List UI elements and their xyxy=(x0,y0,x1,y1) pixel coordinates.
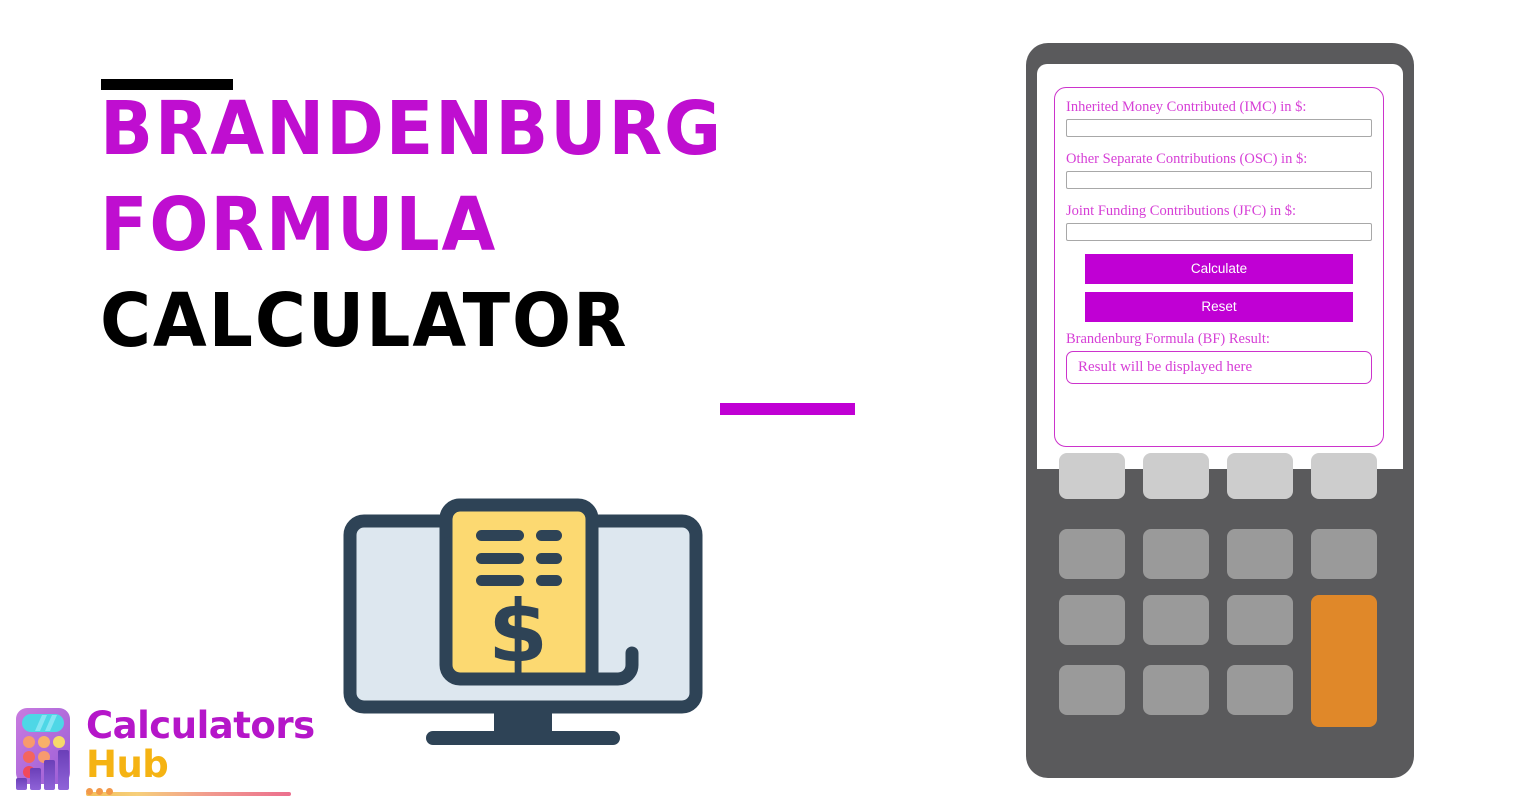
imc-input[interactable] xyxy=(1066,119,1372,137)
osc-field-label: Other Separate Contributions (OSC) in $: xyxy=(1066,151,1308,167)
hero-section: Brandenburg Formula Calculator xyxy=(0,0,940,800)
logo-underline xyxy=(86,792,291,796)
keypad-key-r4c2[interactable] xyxy=(1143,665,1209,715)
keypad-key-r1c3[interactable] xyxy=(1227,453,1293,499)
result-output: Result will be displayed here xyxy=(1066,351,1372,384)
keypad-key-r3c1[interactable] xyxy=(1059,595,1125,645)
imc-field-label: Inherited Money Contributed (IMC) in $: xyxy=(1066,99,1307,115)
osc-input[interactable] xyxy=(1066,171,1372,189)
calculator-screen: Inherited Money Contributed (IMC) in $: … xyxy=(1037,64,1403,469)
logo-dots xyxy=(86,788,113,795)
keypad-key-r3c3[interactable] xyxy=(1227,595,1293,645)
jfc-input[interactable] xyxy=(1066,223,1372,241)
keypad-key-r2c1[interactable] xyxy=(1059,529,1125,579)
svg-text:$: $ xyxy=(488,582,548,682)
monitor-receipt-dollar-icon: $ xyxy=(338,475,708,765)
keypad-key-r2c3[interactable] xyxy=(1227,529,1293,579)
brandenburg-formula-form: Inherited Money Contributed (IMC) in $: … xyxy=(1054,87,1384,447)
jfc-field-label: Joint Funding Contributions (JFC) in $: xyxy=(1066,203,1297,219)
calculate-button[interactable]: Calculate xyxy=(1085,254,1353,284)
keypad-key-r2c4[interactable] xyxy=(1311,529,1377,579)
result-label: Brandenburg Formula (BF) Result: xyxy=(1066,331,1270,347)
calculator-device: Inherited Money Contributed (IMC) in $: … xyxy=(1026,43,1414,778)
calculator-bar-chart-icon xyxy=(8,702,84,794)
logo-word-hub: Hub xyxy=(86,743,169,786)
keypad-key-r3c2[interactable] xyxy=(1143,595,1209,645)
keypad-key-r1c1[interactable] xyxy=(1059,453,1125,499)
page-title-line-2: Formula xyxy=(100,182,498,268)
keypad-key-r4c3[interactable] xyxy=(1227,665,1293,715)
page-title-line-3: Calculator xyxy=(100,278,629,364)
title-rule-bottom xyxy=(720,403,855,415)
keypad-key-equals[interactable] xyxy=(1311,595,1377,727)
logo-word-calculators: Calculators xyxy=(86,704,315,747)
calculatorshub-logo[interactable]: Calculators Hub xyxy=(8,700,315,796)
keypad-key-r1c2[interactable] xyxy=(1143,453,1209,499)
calculator-keypad xyxy=(1059,453,1379,751)
page-title-line-1: Brandenburg xyxy=(100,86,723,172)
keypad-key-r1c4[interactable] xyxy=(1311,453,1377,499)
keypad-key-r4c1[interactable] xyxy=(1059,665,1125,715)
page-title: Brandenburg Formula Calculator xyxy=(100,92,920,358)
reset-button[interactable]: Reset xyxy=(1085,292,1353,322)
keypad-key-r2c2[interactable] xyxy=(1143,529,1209,579)
logo-wordmark: Calculators Hub xyxy=(86,704,315,786)
